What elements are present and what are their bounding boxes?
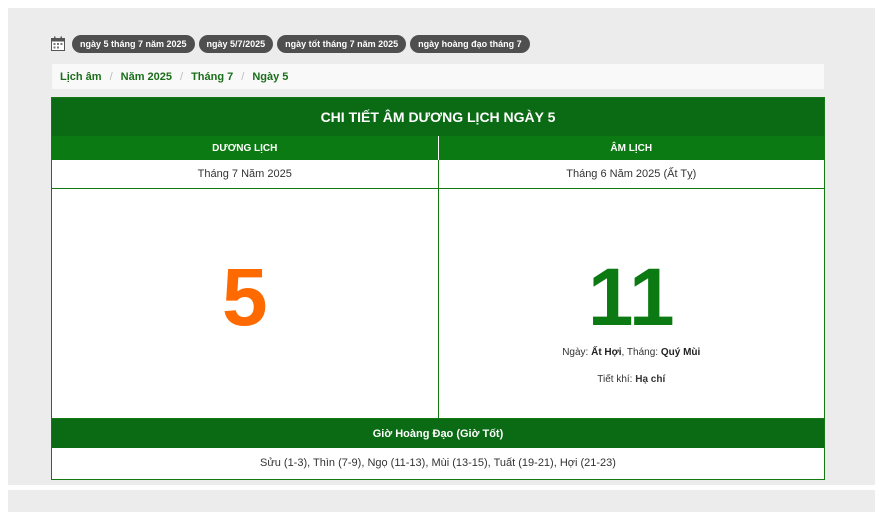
- solar-term: Hạ chí: [635, 374, 666, 385]
- breadcrumb-separator: /: [109, 70, 113, 83]
- lunar-day-cell: 11 Ngày: Ất Hợi, Tháng: Quý Mùi Tiết khí…: [439, 189, 825, 418]
- solar-month: Tháng 7 Năm 2025: [52, 160, 439, 189]
- solar-term-info: Tiết khí: Hạ chí: [439, 374, 825, 385]
- day-can-chi: Ất Hợi: [591, 347, 622, 358]
- tag-date-full[interactable]: ngày 5 tháng 7 năm 2025: [72, 35, 195, 53]
- lunar-month: Tháng 6 Năm 2025 (Ất Tỵ): [438, 160, 824, 189]
- calendar-detail: CHI TIẾT ÂM DƯƠNG LỊCH NGÀY 5 DƯƠNG LỊCH…: [51, 97, 825, 480]
- breadcrumb-year[interactable]: Năm 2025: [121, 71, 172, 83]
- breadcrumb-day[interactable]: Ngày 5: [252, 71, 288, 83]
- auspicious-hours-title: Giờ Hoàng Đạo (Giờ Tốt): [52, 419, 824, 448]
- tag-list: ngày 5 tháng 7 năm 2025 ngày 5/7/2025 ng…: [50, 33, 530, 55]
- calendar-title: CHI TIẾT ÂM DƯƠNG LỊCH NGÀY 5: [52, 98, 824, 136]
- month-label: , Tháng:: [621, 347, 661, 358]
- lunar-day-number: 11: [587, 252, 675, 343]
- term-label: Tiết khí:: [597, 374, 636, 385]
- bottom-strip: [8, 490, 875, 512]
- solar-day-number: 5: [221, 252, 268, 343]
- calendar-icon: [50, 36, 66, 52]
- breadcrumb-lunar-calendar[interactable]: Lịch âm: [60, 71, 102, 83]
- day-label: Ngày:: [562, 347, 592, 358]
- solar-day-cell: 5: [52, 189, 439, 418]
- auspicious-hours-list: Sửu (1-3), Thìn (7-9), Ngọ (11-13), Mùi …: [260, 456, 616, 469]
- breadcrumb-separator: /: [180, 70, 184, 83]
- tag-date-short[interactable]: ngày 5/7/2025: [198, 35, 274, 53]
- breadcrumb-month[interactable]: Tháng 7: [191, 71, 233, 83]
- lunar-day-month-info: Ngày: Ất Hợi, Tháng: Quý Mùi: [439, 347, 825, 358]
- lunar-header: ÂM LỊCH: [438, 136, 824, 160]
- solar-header: DƯƠNG LỊCH: [52, 136, 439, 160]
- tag-good-days[interactable]: ngày tốt tháng 7 năm 2025: [277, 35, 407, 53]
- breadcrumb-separator: /: [241, 70, 245, 83]
- breadcrumb: Lịch âm / Năm 2025 / Tháng 7 / Ngày 5: [52, 64, 824, 89]
- tag-auspicious-days[interactable]: ngày hoàng đạo tháng 7: [410, 35, 530, 53]
- month-can-chi: Quý Mùi: [660, 347, 701, 358]
